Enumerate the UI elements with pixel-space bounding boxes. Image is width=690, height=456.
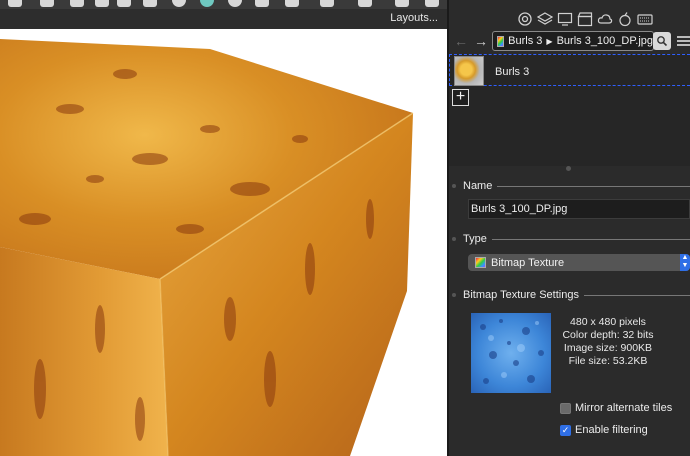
- mirror-tiles-checkbox[interactable]: Mirror alternate tiles: [560, 402, 672, 414]
- forward-arrow-icon[interactable]: →: [474, 34, 488, 48]
- settings-section-header: Bitmap Texture Settings: [452, 289, 690, 301]
- breadcrumb-item[interactable]: Burls 3: [508, 35, 542, 47]
- toolbar-tool-icon[interactable]: [95, 0, 109, 7]
- apple-icon[interactable]: [617, 11, 633, 27]
- texture-image-size: Image size: 900KB: [563, 342, 653, 354]
- toolbar-tool-icon[interactable]: [200, 0, 214, 7]
- clapboard-icon[interactable]: [577, 11, 593, 27]
- settings-section-label: Bitmap Texture Settings: [463, 289, 579, 301]
- checkbox[interactable]: [560, 402, 571, 414]
- toolbar-tool-icon[interactable]: [172, 0, 186, 7]
- breadcrumb-item[interactable]: Burls 3_100_DP.jpg: [557, 35, 653, 47]
- mirror-tiles-label: Mirror alternate tiles: [575, 402, 673, 414]
- viewport-header: Layouts...: [0, 9, 447, 29]
- name-field[interactable]: Burls 3_100_DP.jpg: [468, 199, 690, 219]
- toolbar-tool-icon[interactable]: [425, 0, 439, 7]
- name-section-label: Name: [463, 180, 493, 192]
- add-item-button[interactable]: +: [452, 89, 469, 106]
- type-select-value: Bitmap Texture: [491, 256, 565, 269]
- library-panel: ← → Burls 3 ▶ Burls 3_100_DP.jpg Burls 3…: [449, 0, 690, 456]
- enable-filtering-label: Enable filtering: [575, 424, 648, 436]
- render-canvas[interactable]: [0, 29, 447, 456]
- monitor-icon[interactable]: [557, 11, 573, 27]
- library-item-thumbnail: [454, 56, 484, 86]
- name-section-header: Name: [452, 180, 690, 192]
- keyboard-icon[interactable]: [637, 11, 653, 27]
- enable-filtering-checkbox[interactable]: ✓ Enable filtering: [560, 424, 648, 436]
- toolbar-tool-icon[interactable]: [358, 0, 372, 7]
- toolbar-tool-icon[interactable]: [40, 0, 54, 7]
- chevron-updown-icon[interactable]: ▲ ▼: [680, 254, 690, 271]
- breadcrumb-separator: ▶: [546, 36, 553, 46]
- texture-info: 480 x 480 pixels Color depth: 32 bits Im…: [553, 316, 663, 368]
- type-section-header: Type: [452, 233, 690, 245]
- toolbar-tool-icon[interactable]: [117, 0, 131, 7]
- panel-icon-bar: [449, 9, 690, 31]
- type-section-label: Type: [463, 233, 487, 245]
- texture-icon: [497, 35, 505, 47]
- back-arrow-icon[interactable]: ←: [454, 34, 468, 48]
- toolbar-tool-icon[interactable]: [228, 0, 242, 7]
- type-select[interactable]: Bitmap Texture ▲ ▼: [468, 254, 690, 271]
- toolbar-tool-icon[interactable]: [255, 0, 269, 7]
- toolbar-tool-icon[interactable]: [8, 0, 22, 7]
- texture-icon: [475, 257, 486, 268]
- layouts-button[interactable]: Layouts...: [390, 12, 438, 24]
- splitter-handle[interactable]: [566, 166, 571, 171]
- cloud-icon[interactable]: [597, 11, 613, 27]
- texture-color-depth: Color depth: 32 bits: [562, 329, 654, 341]
- navigator-bar: ← → Burls 3 ▶ Burls 3_100_DP.jpg: [449, 31, 690, 53]
- texture-file-size: File size: 53.2KB: [568, 355, 648, 367]
- toolbar-tool-icon[interactable]: [143, 0, 157, 7]
- texture-preview[interactable]: [471, 313, 551, 393]
- checkmark-icon[interactable]: ✓: [560, 424, 571, 436]
- library-item[interactable]: Burls 3: [449, 54, 690, 86]
- menu-icon[interactable]: [677, 36, 690, 47]
- toolbar-tool-icon[interactable]: [320, 0, 334, 7]
- toolbar-tool-icon[interactable]: [70, 0, 84, 7]
- search-icon: [657, 36, 668, 47]
- breadcrumb[interactable]: Burls 3 ▶ Burls 3_100_DP.jpg: [492, 31, 654, 51]
- texture-dimensions: 480 x 480 pixels: [570, 316, 646, 328]
- toolbar-tool-icon[interactable]: [395, 0, 409, 7]
- toolbar-tool-icon[interactable]: [285, 0, 299, 7]
- shapes-icon[interactable]: [517, 11, 533, 27]
- search-button[interactable]: [653, 32, 671, 50]
- viewport[interactable]: Layouts...: [0, 9, 447, 456]
- layers-icon[interactable]: [537, 11, 553, 27]
- library-browser[interactable]: Burls 3 +: [449, 54, 690, 166]
- library-item-label: Burls 3: [495, 66, 530, 78]
